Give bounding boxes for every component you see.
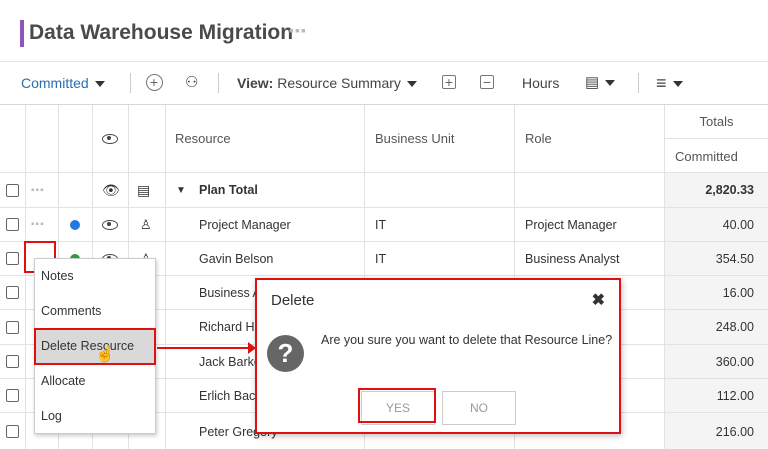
resource-name: Project Manager <box>199 217 291 232</box>
committed-value: 354.50 <box>665 242 768 275</box>
row-checkbox[interactable] <box>6 183 19 197</box>
committed-value: 16.00 <box>665 276 768 309</box>
no-button[interactable]: NO <box>442 391 516 425</box>
annotation-arrow <box>157 347 250 349</box>
resource-name: Plan Total <box>199 183 258 197</box>
page-title: Data Warehouse Migration <box>29 21 294 44</box>
row-checkbox[interactable] <box>6 252 19 265</box>
collapse-row-icon[interactable]: ▼ <box>176 173 186 207</box>
add-circle-icon[interactable]: + <box>146 74 163 91</box>
committed-value: 216.00 <box>665 413 768 449</box>
delete-dialog: Delete ✖ ? Are you sure you want to dele… <box>255 278 621 434</box>
row-menu-icon[interactable]: ▪▪▪ <box>31 173 45 207</box>
menu-item-log[interactable]: Log <box>35 399 155 434</box>
view-mode-dropdown[interactable]: Committed <box>21 62 105 104</box>
column-header-role[interactable]: Role <box>525 105 552 172</box>
plan-icon: ▤ <box>137 181 151 198</box>
row-checkbox[interactable] <box>6 320 19 334</box>
column-header-totals: Totals <box>665 105 768 139</box>
business-unit: IT <box>375 251 387 266</box>
grid-header: Resource Business Unit Role Totals Commi… <box>0 105 768 173</box>
column-header-business-unit[interactable]: Business Unit <box>375 105 454 172</box>
committed-value: 360.00 <box>665 345 768 378</box>
visibility-icon[interactable] <box>102 219 118 230</box>
visibility-icon <box>102 133 118 144</box>
status-dot <box>70 219 80 230</box>
person-icon: ♙ <box>140 216 152 232</box>
close-icon[interactable]: ✖ <box>592 290 605 310</box>
units-button[interactable]: Hours <box>522 62 559 104</box>
dialog-title: Delete <box>271 292 315 309</box>
menu-item-allocate[interactable]: Allocate <box>35 364 155 399</box>
yes-button-highlight <box>358 388 436 423</box>
question-icon: ? <box>267 335 304 372</box>
column-header-resource[interactable]: Resource <box>175 105 231 172</box>
row-menu-icon[interactable]: ▪▪▪ <box>31 208 45 241</box>
assign-resource-icon[interactable]: ⚇ <box>185 62 198 104</box>
menu-item-comments[interactable]: Comments <box>35 294 155 329</box>
report-filter-icon[interactable]: ▤ <box>585 62 616 104</box>
committed-value: 248.00 <box>665 310 768 344</box>
view-dropdown[interactable]: View: Resource Summary <box>237 62 417 104</box>
business-unit: IT <box>375 217 387 232</box>
visibility-off-icon[interactable]: 👁 <box>102 173 120 207</box>
column-header-committed[interactable]: Committed <box>675 139 738 173</box>
role: Business Analyst <box>525 251 620 266</box>
resource-name: Business A <box>199 285 261 300</box>
row-checkbox[interactable] <box>6 218 19 231</box>
row-checkbox[interactable] <box>6 425 19 438</box>
committed-value: 112.00 <box>665 379 768 412</box>
divider <box>218 73 219 93</box>
divider <box>638 73 639 93</box>
role: Project Manager <box>525 217 617 232</box>
row-checkbox[interactable] <box>6 355 19 368</box>
cursor-hand-icon: ☝ <box>95 346 115 363</box>
expand-icon[interactable]: + <box>442 75 456 89</box>
menu-icon[interactable]: ≡ <box>656 62 683 104</box>
row-checkbox[interactable] <box>6 389 19 402</box>
table-row-plan-total[interactable]: ▪▪▪ 👁 ▤ ▼ Plan Total 2,820.33 <box>0 173 768 208</box>
menu-item-notes[interactable]: Notes <box>35 259 155 294</box>
table-row[interactable]: ▪▪▪ ♙ Project Manager IT Project Manager… <box>0 208 768 242</box>
toolbar: Committed + ⚇ View: Resource Summary + −… <box>0 62 768 104</box>
title-accent <box>20 20 24 47</box>
divider <box>130 73 131 93</box>
title-bar: Data Warehouse Migration ▪▪▪ <box>0 0 768 62</box>
resource-name: Erlich Bach <box>199 388 263 403</box>
dialog-message: Are you sure you want to delete that Res… <box>321 333 613 347</box>
resource-name: Gavin Belson <box>199 251 274 266</box>
committed-value: 40.00 <box>665 208 768 241</box>
row-checkbox[interactable] <box>6 286 19 299</box>
title-more-icon[interactable]: ▪▪▪ <box>289 22 307 38</box>
collapse-icon[interactable]: − <box>480 75 494 89</box>
resource-name: Richard He <box>199 320 262 334</box>
committed-value: 2,820.33 <box>665 173 768 207</box>
